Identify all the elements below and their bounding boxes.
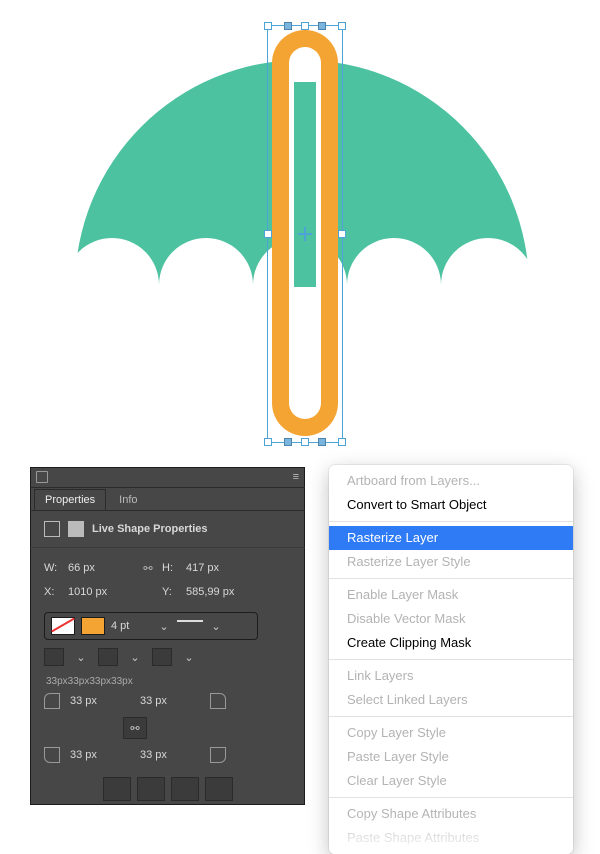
fill-swatch[interactable] [51,617,75,635]
radius-tr-field[interactable]: 33 px [140,695,200,707]
transform-center-icon [298,227,312,241]
transform-handle[interactable] [338,438,346,446]
menu-item[interactable]: Convert to Smart Object [329,493,573,517]
stroke-style-dropdown[interactable] [177,620,203,632]
live-shape-outline-icon [44,521,60,537]
menu-item: Link Layers [329,664,573,688]
stroke-swatch[interactable] [81,617,105,635]
menu-separator [329,797,573,798]
transform-handle[interactable] [264,438,272,446]
menu-item[interactable]: Create Clipping Mask [329,631,573,655]
chevron-down-icon[interactable]: ⌄ [74,651,88,664]
path-subtract-button[interactable] [137,777,165,801]
transform-handle[interactable] [264,22,272,30]
stroke-align-dropdown[interactable] [44,648,64,666]
width-label: W: [44,562,62,574]
selected-shape[interactable] [267,25,343,443]
transform-handle[interactable] [301,22,309,30]
height-label: H: [162,562,180,574]
x-field[interactable]: 1010 px [68,586,134,598]
x-label: X: [44,586,62,598]
menu-item: Paste Layer Style [329,745,573,769]
document-canvas[interactable] [30,0,570,460]
radii-summary: 33px33px33px33px [46,676,291,687]
menu-item: Select Linked Layers [329,688,573,712]
transform-handle[interactable] [338,230,346,238]
width-field[interactable]: 66 px [68,562,134,574]
menu-separator [329,521,573,522]
chevron-down-icon[interactable]: ⌄ [157,620,171,633]
live-shape-fill-icon [68,521,84,537]
menu-separator [329,659,573,660]
section-title: Live Shape Properties [92,523,208,535]
menu-item: Clear Layer Style [329,769,573,793]
menu-item-rasterize-layer[interactable]: Rasterize Layer [329,526,573,550]
path-intersect-button[interactable] [171,777,199,801]
chevron-down-icon[interactable]: ⌄ [128,651,142,664]
menu-item: Rasterize Layer Style [329,550,573,574]
stroke-weight-field[interactable]: 4 pt [111,620,151,632]
corner-br-icon [210,747,226,763]
height-field[interactable]: 417 px [186,562,252,574]
radius-tl-field[interactable]: 33 px [70,695,130,707]
corner-tr-icon [210,693,226,709]
y-label: Y: [162,586,180,598]
properties-panel: ≡ Properties Info Live Shape Properties … [30,467,305,805]
chevron-down-icon[interactable]: ⌄ [182,651,196,664]
path-unite-button[interactable] [103,777,131,801]
tab-properties[interactable]: Properties [34,489,106,510]
transform-bounds[interactable] [267,25,343,443]
y-field[interactable]: 585,99 px [186,586,252,598]
link-size-icon[interactable]: ⚯ [140,562,156,575]
transform-handle[interactable] [264,230,272,238]
menu-item: Artboard from Layers... [329,469,573,493]
radius-bl-field[interactable]: 33 px [70,749,130,761]
corner-tl-icon [44,693,60,709]
corner-radius-handle[interactable] [284,438,292,446]
panel-menu-icon[interactable]: ≡ [293,471,299,483]
corner-bl-icon [44,747,60,763]
menu-item: Enable Layer Mask [329,583,573,607]
corner-radius-handle[interactable] [318,438,326,446]
radius-br-field[interactable]: 33 px [140,749,200,761]
menu-separator [329,716,573,717]
chevron-down-icon[interactable]: ⌄ [209,620,223,633]
transform-handle[interactable] [301,438,309,446]
path-exclude-button[interactable] [205,777,233,801]
stroke-cap-dropdown[interactable] [98,648,118,666]
layer-context-menu: Artboard from Layers... Convert to Smart… [329,465,573,854]
transform-handle[interactable] [338,22,346,30]
menu-item: Disable Vector Mask [329,607,573,631]
close-panel-icon[interactable] [36,471,48,483]
link-radii-button[interactable]: ⚯ [123,717,147,739]
corner-radius-handle[interactable] [284,22,292,30]
tab-info[interactable]: Info [108,489,148,510]
menu-separator [329,578,573,579]
corner-radius-handle[interactable] [318,22,326,30]
stroke-join-dropdown[interactable] [152,648,172,666]
menu-item: Copy Layer Style [329,721,573,745]
